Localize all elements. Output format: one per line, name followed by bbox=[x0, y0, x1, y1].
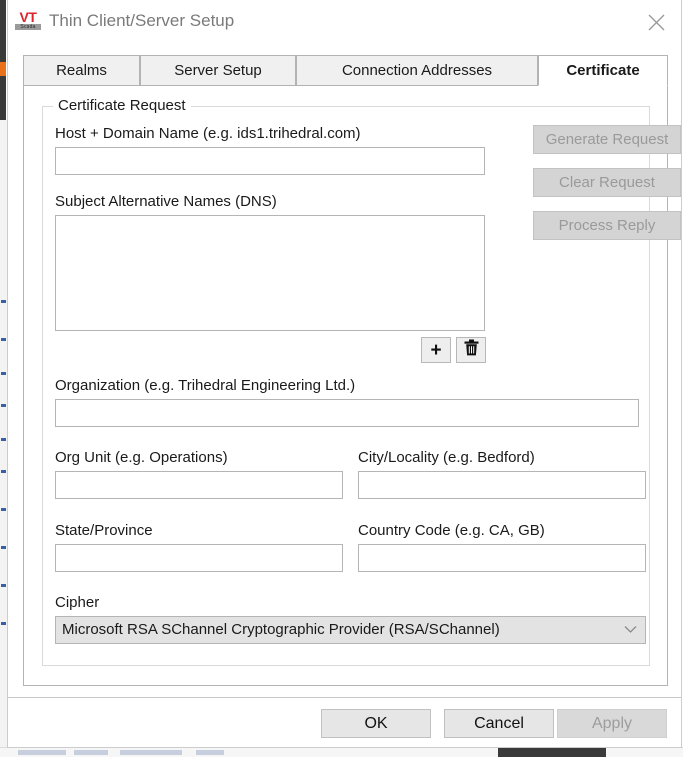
tab-connection-addresses[interactable]: Connection Addresses bbox=[296, 55, 538, 86]
background-accent-bar bbox=[0, 62, 6, 76]
city-locality-input[interactable] bbox=[358, 471, 646, 499]
generate-request-button[interactable]: Generate Request bbox=[533, 125, 681, 154]
background-taskbar-dark bbox=[498, 748, 606, 757]
background-taskbar-text bbox=[74, 750, 108, 755]
background-tick bbox=[1, 300, 6, 303]
cipher-label: Cipher bbox=[55, 594, 100, 611]
background-tick bbox=[1, 404, 6, 407]
delete-san-button[interactable] bbox=[456, 337, 486, 363]
background-tick bbox=[1, 622, 6, 625]
process-reply-button[interactable]: Process Reply bbox=[533, 211, 681, 240]
cipher-selected-value: Microsoft RSA SChannel Cryptographic Pro… bbox=[62, 621, 500, 638]
tab-certificate[interactable]: Certificate bbox=[538, 55, 668, 86]
city-locality-label: City/Locality (e.g. Bedford) bbox=[358, 449, 535, 466]
background-taskbar-text bbox=[18, 750, 66, 755]
background-tick bbox=[1, 584, 6, 587]
background-taskbar bbox=[0, 747, 683, 757]
org-unit-label: Org Unit (e.g. Operations) bbox=[55, 449, 228, 466]
background-taskbar-text bbox=[196, 750, 224, 755]
tab-bar: Realms Server Setup Connection Addresses… bbox=[8, 55, 683, 87]
ok-button[interactable]: OK bbox=[321, 709, 431, 738]
chevron-down-icon bbox=[624, 617, 637, 643]
trash-icon bbox=[464, 339, 479, 361]
window-title: Thin Client/Server Setup bbox=[49, 11, 235, 30]
certificate-tab-page: Certificate Request Host + Domain Name (… bbox=[23, 86, 681, 686]
host-domain-label: Host + Domain Name (e.g. ids1.trihedral.… bbox=[55, 125, 361, 142]
organization-input[interactable] bbox=[55, 399, 639, 427]
vtscada-logo: VT Scada bbox=[15, 10, 41, 32]
background-tick bbox=[1, 338, 6, 341]
subject-alternative-names-textarea[interactable] bbox=[55, 215, 485, 331]
country-code-label: Country Code (e.g. CA, GB) bbox=[358, 522, 545, 539]
org-unit-input[interactable] bbox=[55, 471, 343, 499]
tab-realms[interactable]: Realms bbox=[23, 55, 140, 86]
background-tick bbox=[1, 508, 6, 511]
logo-secondary-text: Scada bbox=[15, 24, 41, 30]
thin-client-server-setup-dialog: VT Scada Thin Client/Server Setup Realms… bbox=[7, 0, 682, 748]
background-dark-panel bbox=[0, 0, 6, 120]
background-tick bbox=[1, 438, 6, 441]
add-san-button[interactable]: + bbox=[421, 337, 451, 363]
subject-alternative-names-label: Subject Alternative Names (DNS) bbox=[55, 193, 277, 210]
background-tick bbox=[1, 470, 6, 473]
clear-request-button[interactable]: Clear Request bbox=[533, 168, 681, 197]
state-province-input[interactable] bbox=[55, 544, 343, 572]
screen: VT Scada Thin Client/Server Setup Realms… bbox=[0, 0, 683, 757]
close-icon[interactable] bbox=[635, 2, 677, 42]
host-domain-input[interactable] bbox=[55, 147, 485, 175]
country-code-input[interactable] bbox=[358, 544, 646, 572]
background-taskbar-text bbox=[120, 750, 182, 755]
cancel-button[interactable]: Cancel bbox=[444, 709, 554, 738]
certificate-request-group-title: Certificate Request bbox=[53, 97, 191, 114]
background-tick bbox=[1, 546, 6, 549]
footer-separator bbox=[8, 697, 681, 698]
organization-label: Organization (e.g. Trihedral Engineering… bbox=[55, 377, 356, 394]
logo-primary-text: VT bbox=[19, 9, 37, 25]
background-tick bbox=[1, 372, 6, 375]
cipher-select[interactable]: Microsoft RSA SChannel Cryptographic Pro… bbox=[55, 616, 646, 644]
apply-button[interactable]: Apply bbox=[557, 709, 667, 738]
state-province-label: State/Province bbox=[55, 522, 153, 539]
certificate-request-group: Certificate Request Host + Domain Name (… bbox=[42, 97, 681, 666]
plus-icon: + bbox=[430, 339, 442, 361]
tab-server-setup[interactable]: Server Setup bbox=[140, 55, 296, 86]
title-bar: VT Scada Thin Client/Server Setup bbox=[8, 0, 681, 46]
